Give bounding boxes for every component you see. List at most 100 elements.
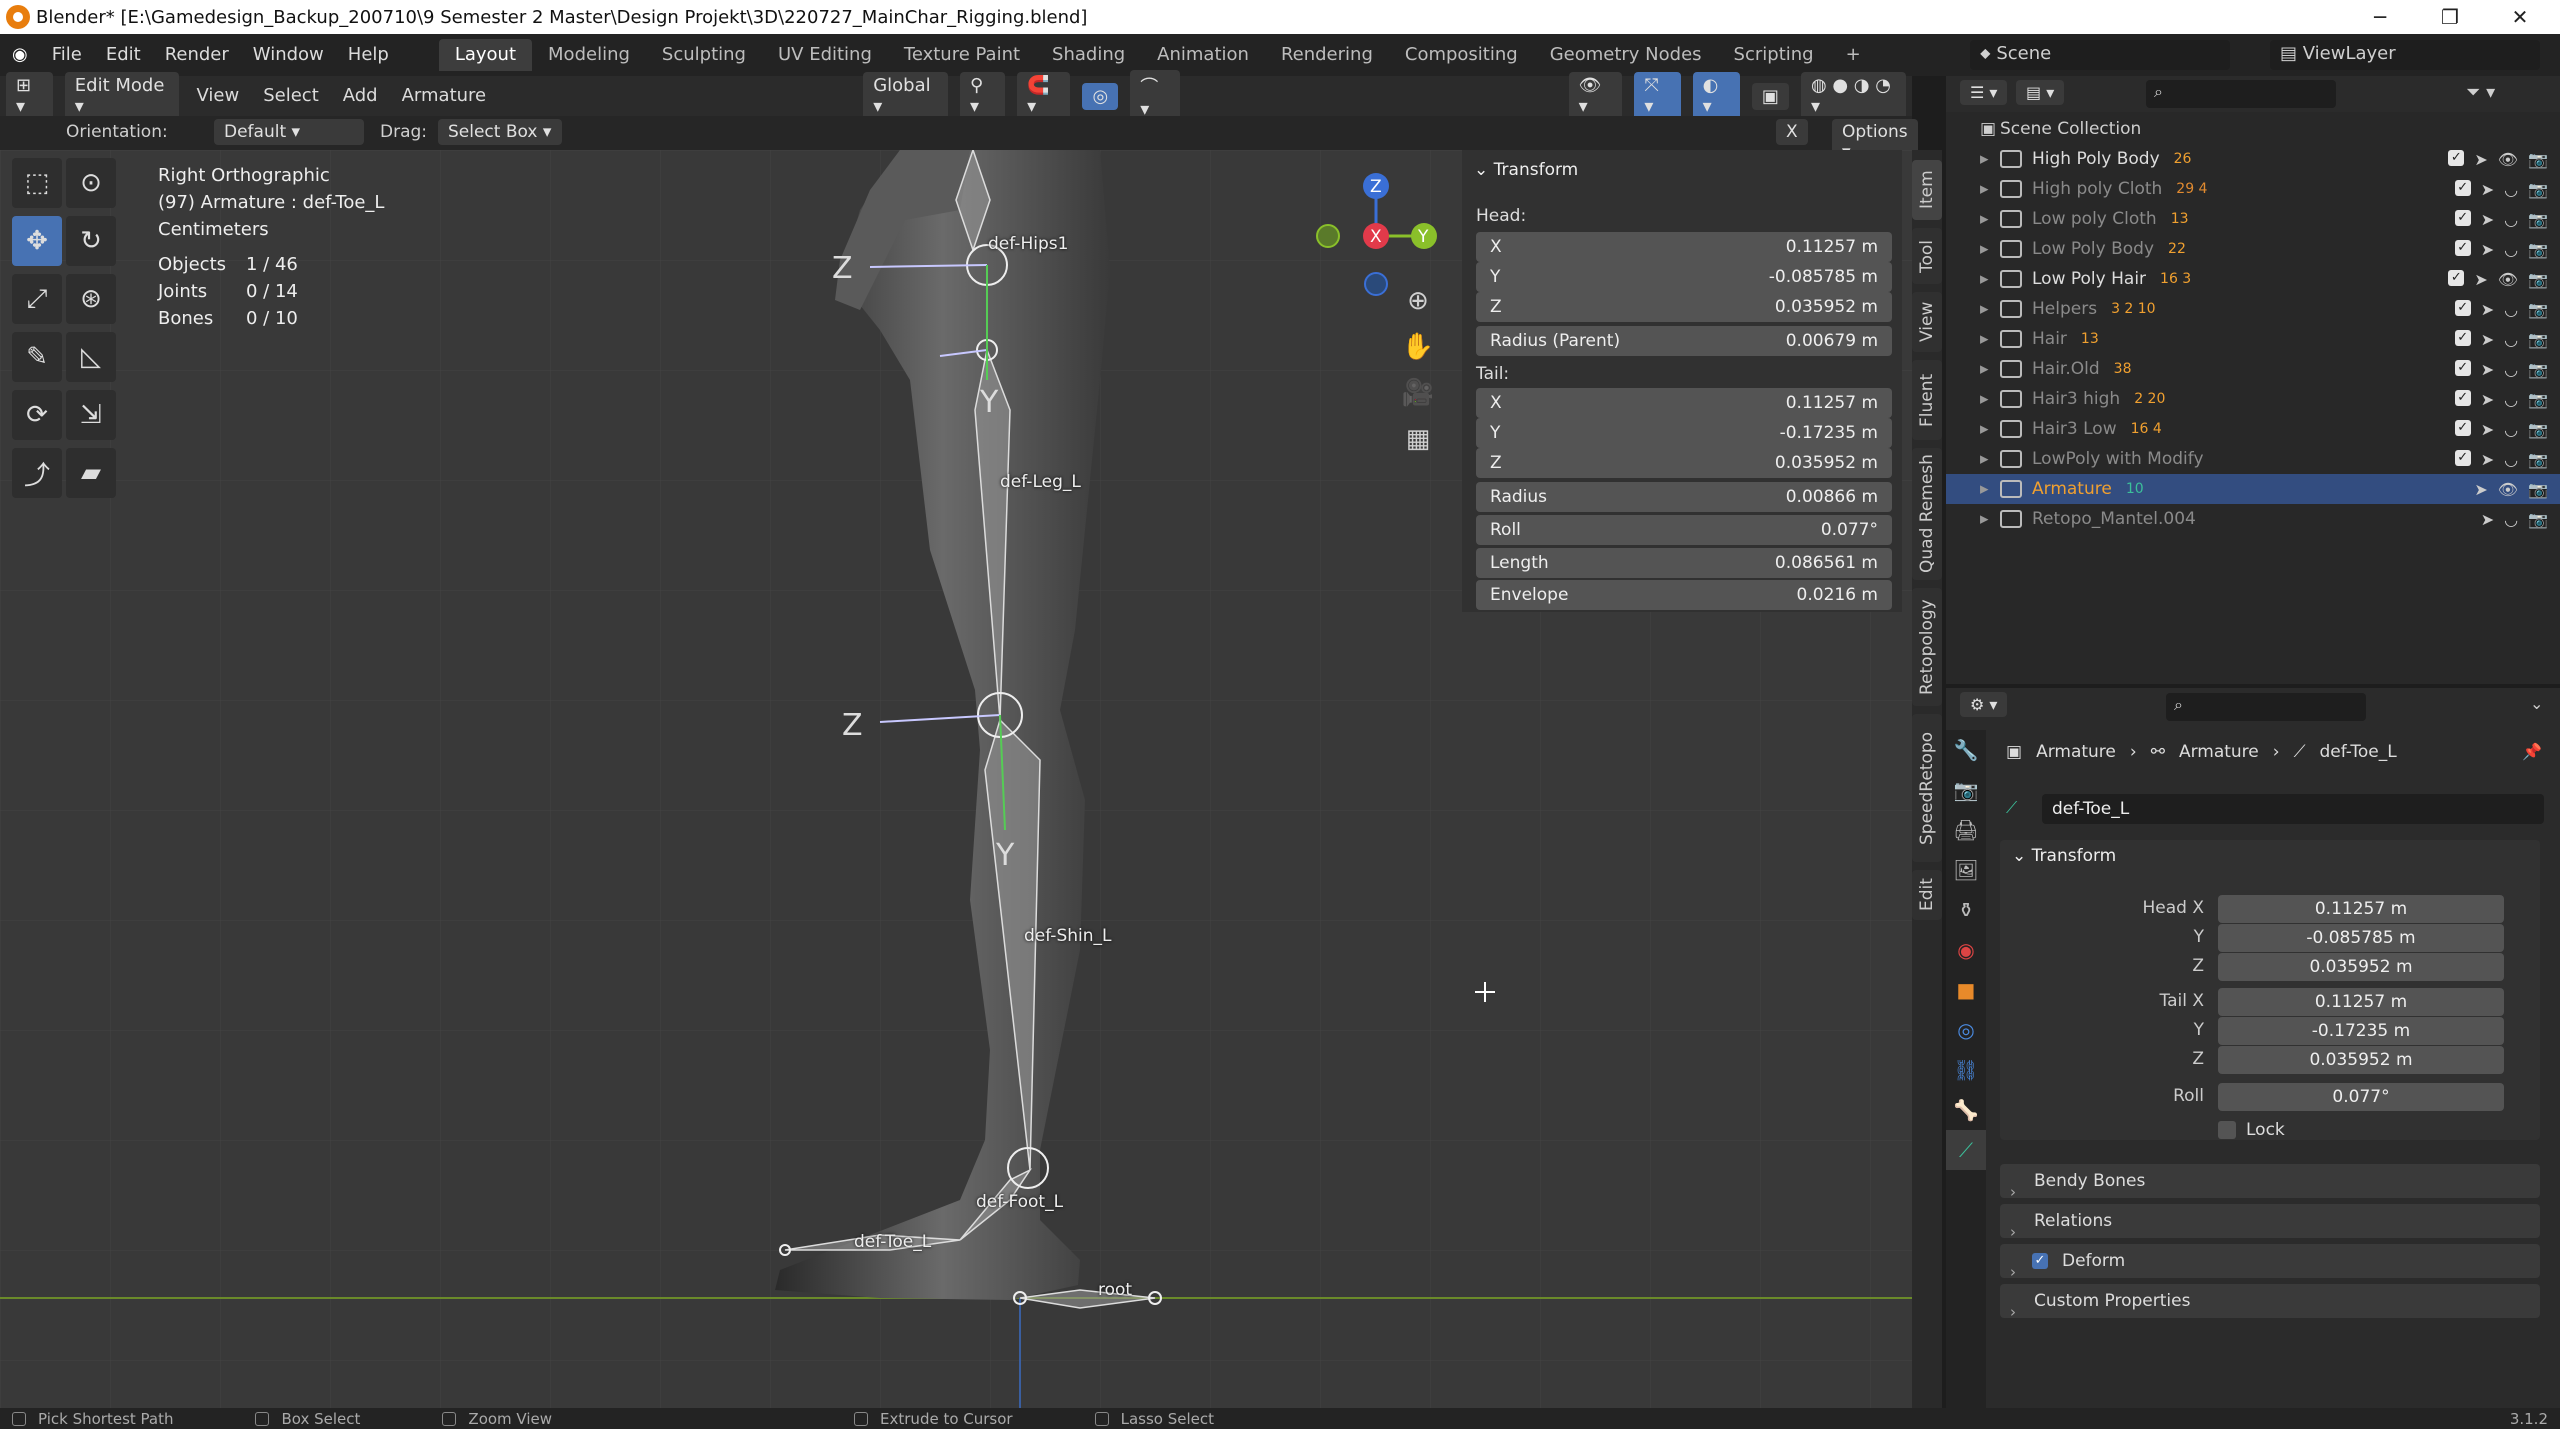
breadcrumb-bone[interactable]: def-Toe_L <box>2319 742 2396 762</box>
editor-type-button[interactable]: ⊞ ▾ <box>6 72 53 120</box>
visibility-eye-icon[interactable]: ◡ <box>2504 330 2518 349</box>
visibility-eye-icon[interactable]: ◡ <box>2504 360 2518 379</box>
exclude-checkbox[interactable]: ✓ <box>2454 239 2471 256</box>
minimize-button[interactable]: ─ <box>2350 0 2410 34</box>
menu-render[interactable]: Render <box>153 34 241 76</box>
prop-tail-x[interactable]: 0.11257 m <box>2218 988 2504 1016</box>
selectable-icon[interactable]: ➤ <box>2474 150 2487 169</box>
section-bendy-bones[interactable]: Bendy Bones <box>2000 1164 2540 1198</box>
properties-search-input[interactable]: ⌕ <box>2166 693 2366 721</box>
tab-tool[interactable]: Tool <box>1912 228 1942 284</box>
tab-texture-paint[interactable]: Texture Paint <box>888 39 1036 71</box>
section-custom-properties[interactable]: Custom Properties <box>2000 1284 2540 1318</box>
exclude-checkbox[interactable]: ✓ <box>2454 209 2471 226</box>
transform-section-header[interactable]: ⌄ Transform <box>2000 840 2540 872</box>
envelope-field[interactable]: Envelope 0.0216 m <box>1476 580 1892 610</box>
render-camera-icon[interactable]: 📷 <box>2528 480 2548 499</box>
outliner-item[interactable]: ▸ Low Poly Body 22 ✓ ➤ ◡ 📷 <box>1946 234 2560 264</box>
outliner-item[interactable]: ▸ Hair3 high 2 20 ✓ ➤ ◡ 📷 <box>1946 384 2560 414</box>
bone-props-icon[interactable]: ⟋ <box>1946 1130 1986 1170</box>
measure-tool-icon[interactable]: ◺ <box>66 332 116 382</box>
tail-radius-field[interactable]: Radius 0.00866 m <box>1476 482 1892 512</box>
move-tool-icon[interactable]: ✥ <box>12 216 62 266</box>
overlay-toggle[interactable]: ◐ ▾ <box>1692 72 1740 120</box>
head-z-field[interactable]: Z 0.035952 m <box>1476 292 1892 322</box>
visibility-eye-icon[interactable]: ◡ <box>2504 300 2518 319</box>
expand-arrow-icon[interactable]: ▸ <box>1980 299 2000 319</box>
selectable-icon[interactable]: ➤ <box>2481 180 2494 199</box>
render-camera-icon[interactable]: 📷 <box>2528 510 2548 529</box>
render-camera-icon[interactable]: 📷 <box>2528 180 2548 199</box>
blender-menu-icon[interactable]: ◉ <box>0 34 40 76</box>
exclude-checkbox[interactable]: ✓ <box>2454 329 2471 346</box>
exclude-checkbox[interactable]: ✓ <box>2454 389 2471 406</box>
drag-dropdown[interactable]: Select Box ▾ <box>438 119 562 145</box>
breadcrumb-object[interactable]: Armature <box>2036 742 2116 762</box>
lock-checkbox-box[interactable] <box>2218 1121 2236 1139</box>
outliner-editor-type[interactable]: ☰ ▾ <box>1960 80 2008 105</box>
deform-checkbox[interactable]: ✓ <box>2032 1253 2048 1269</box>
prop-tail-z[interactable]: 0.035952 m <box>2218 1046 2504 1074</box>
shading-modes[interactable]: ◍ ● ◑ ◔ ▾ <box>1800 72 1906 120</box>
tab-view[interactable]: View <box>1912 292 1942 352</box>
render-camera-icon[interactable]: 📷 <box>2528 300 2548 319</box>
snap-button[interactable]: 🧲 ▾ <box>1017 72 1071 120</box>
selectable-icon[interactable]: ➤ <box>2481 420 2494 439</box>
pin-icon[interactable]: 📌 <box>2522 742 2542 761</box>
visibility-eye-icon[interactable]: 👁 <box>2498 270 2518 289</box>
outliner-item[interactable]: ▸ LowPoly with Modify ✓ ➤ ◡ 📷 <box>1946 444 2560 474</box>
properties-editor-type[interactable]: ⚙ ▾ <box>1960 692 2008 717</box>
outliner-item[interactable]: ▸ Low Poly Hair 16 3 ✓ ➤ 👁 📷 <box>1946 264 2560 294</box>
constraints-props-icon[interactable]: ⛓ <box>1946 1050 1986 1090</box>
shear-tool-icon[interactable]: ▰ <box>66 448 116 498</box>
menu-help[interactable]: Help <box>336 34 401 76</box>
expand-arrow-icon[interactable]: ▸ <box>1980 149 2000 169</box>
physics-props-icon[interactable]: ◎ <box>1946 1010 1986 1050</box>
expand-arrow-icon[interactable]: ▸ <box>1980 239 2000 259</box>
selectable-icon[interactable]: ➤ <box>2481 300 2494 319</box>
outliner-item[interactable]: ▸ Retopo_Mantel.004 ➤ ◡ 📷 <box>1946 504 2560 534</box>
tab-geometry-nodes[interactable]: Geometry Nodes <box>1534 39 1718 71</box>
zoom-icon[interactable]: ⊕ <box>1396 286 1440 332</box>
length-field[interactable]: Length 0.086561 m <box>1476 548 1892 578</box>
tab-fluent[interactable]: Fluent <box>1912 360 1942 440</box>
visibility-eye-icon[interactable]: 👁 <box>2498 480 2518 499</box>
output-props-icon[interactable]: 🖨 <box>1946 810 1986 850</box>
visibility-eye-icon[interactable]: ◡ <box>2504 510 2518 529</box>
menu-armature[interactable]: Armature <box>390 75 499 117</box>
orientation-dropdown[interactable]: Default ▾ <box>214 119 364 145</box>
render-camera-icon[interactable]: 📷 <box>2528 330 2548 349</box>
select-box-tool-icon[interactable]: ⬚ <box>12 158 62 208</box>
tail-z-field[interactable]: Z 0.035952 m <box>1476 448 1892 478</box>
menu-select[interactable]: Select <box>251 75 331 117</box>
expand-arrow-icon[interactable]: ▸ <box>1980 419 2000 439</box>
close-button[interactable]: ✕ <box>2490 0 2550 34</box>
pan-hand-icon[interactable]: ✋ <box>1396 332 1440 378</box>
render-camera-icon[interactable]: 📷 <box>2528 270 2548 289</box>
bone-size-tool-icon[interactable]: ⇲ <box>66 390 116 440</box>
menu-view[interactable]: View <box>185 75 252 117</box>
tab-scripting[interactable]: Scripting <box>1718 39 1830 71</box>
outliner-item[interactable]: ▸ Helpers 3 2 10 ✓ ➤ ◡ 📷 <box>1946 294 2560 324</box>
properties-options-icon[interactable]: ⌄ <box>2530 694 2543 713</box>
head-radius-field[interactable]: Radius (Parent) 0.00679 m <box>1476 326 1892 356</box>
exclude-checkbox[interactable]: ✓ <box>2448 149 2465 166</box>
exclude-checkbox[interactable]: ✓ <box>2448 269 2465 286</box>
tail-y-field[interactable]: Y -0.17235 m <box>1476 418 1892 448</box>
section-deform[interactable]: Deform <box>2000 1244 2540 1278</box>
outliner-item[interactable]: ▸ Hair.Old 38 ✓ ➤ ◡ 📷 <box>1946 354 2560 384</box>
bone-name-field[interactable]: def-Toe_L <box>2042 794 2544 824</box>
annotate-tool-icon[interactable]: ✎ <box>12 332 62 382</box>
tab-speedretopo[interactable]: SpeedRetopo <box>1912 714 1942 862</box>
roll-field[interactable]: Roll 0.077° <box>1476 515 1892 545</box>
maximize-button[interactable]: ❐ <box>2420 0 2480 34</box>
exclude-checkbox[interactable]: ✓ <box>2454 299 2471 316</box>
selectable-icon[interactable]: ➤ <box>2481 510 2494 529</box>
roll-tool-icon[interactable]: ⟳ <box>12 390 62 440</box>
expand-arrow-icon[interactable]: ▸ <box>1980 329 2000 349</box>
exclude-checkbox[interactable]: ✓ <box>2454 359 2471 376</box>
mirror-x-button[interactable]: X <box>1776 119 1808 145</box>
expand-arrow-icon[interactable]: ▸ <box>1980 509 2000 529</box>
tab-rendering[interactable]: Rendering <box>1265 39 1389 71</box>
render-camera-icon[interactable]: 📷 <box>2528 150 2548 169</box>
